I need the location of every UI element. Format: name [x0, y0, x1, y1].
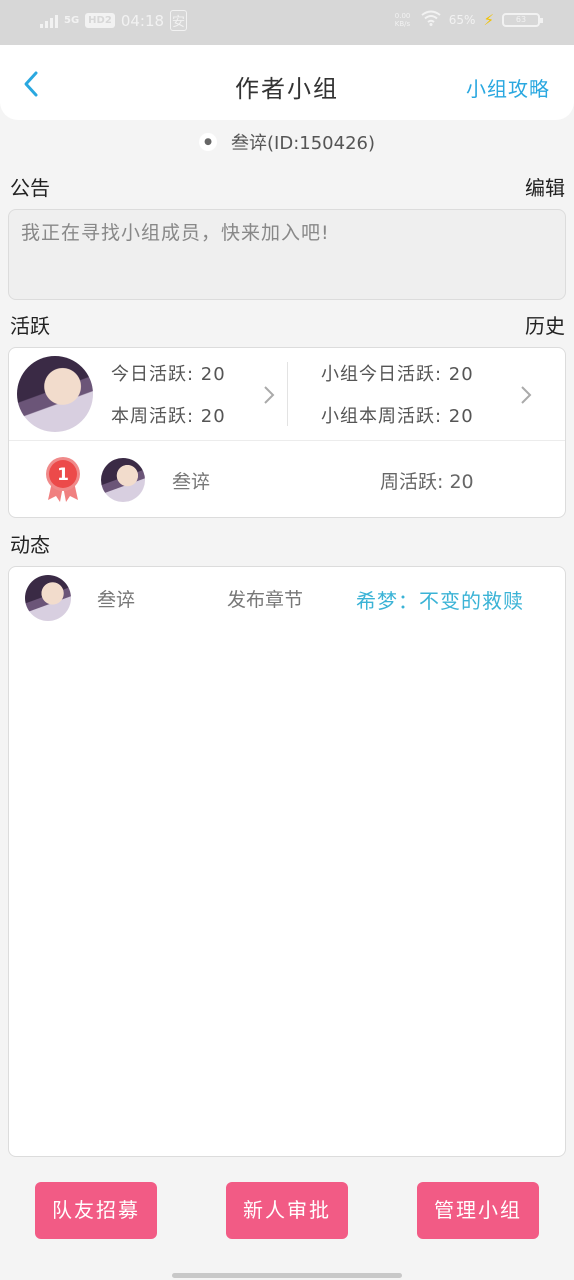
today-active: 今日活跃: 20	[111, 364, 226, 385]
rank-week-active: 周活跃: 20	[380, 471, 474, 493]
battery-level: 63	[515, 15, 527, 24]
nav-bar: 作者小组 小组攻略	[0, 45, 574, 120]
feed-list: 叁谇 发布章节 希梦：不变的救赎	[8, 566, 566, 1157]
edit-notice-button[interactable]: 编辑	[525, 172, 565, 201]
hd-badge: HD2	[85, 13, 115, 28]
avatar[interactable]	[17, 356, 93, 432]
status-time: 04:18	[120, 11, 165, 30]
notice-content: 我正在寻找小组成员，快来加入吧!	[21, 222, 330, 244]
feed-target-link[interactable]: 希梦：不变的救赎	[356, 585, 524, 614]
status-bar: 5G HD2 04:18 安 0.00 KB/s 65% ⚡ 63	[0, 0, 574, 45]
battery-icon: 63	[502, 13, 543, 27]
activity-title: 活跃	[10, 314, 50, 338]
home-indicator[interactable]	[172, 1273, 402, 1278]
activity-card: 今日活跃: 20 本周活跃: 20 小组今日活跃: 20 小组本周活跃: 20 …	[8, 347, 566, 518]
network-type: 5G	[64, 15, 80, 26]
avatar[interactable]	[25, 575, 71, 621]
manage-group-button[interactable]: 管理小组	[417, 1182, 539, 1239]
app-indicator: 安	[170, 10, 188, 31]
feed-title: 动态	[10, 533, 50, 557]
feed-user: 叁谇	[97, 589, 136, 611]
group-week-active: 小组本周活跃: 20	[321, 406, 474, 427]
approve-button[interactable]: 新人审批	[226, 1182, 348, 1239]
user-icon: ●	[199, 133, 217, 151]
network-speed: 0.00 KB/s	[394, 12, 411, 28]
chevron-right-icon[interactable]	[262, 384, 276, 406]
recruit-button[interactable]: 队友招募	[35, 1182, 157, 1239]
rank-number: 1	[57, 465, 69, 485]
group-today-active: 小组今日活跃: 20	[321, 364, 474, 385]
week-active: 本周活跃: 20	[111, 406, 226, 427]
rank-user-name: 叁谇	[172, 471, 211, 493]
divider	[287, 362, 288, 426]
wifi-icon	[421, 10, 441, 30]
charging-icon: ⚡	[483, 11, 494, 29]
avatar[interactable]	[101, 458, 145, 502]
rank-medal-icon: 1	[44, 456, 82, 504]
battery-percent: 65%	[448, 13, 476, 27]
divider	[9, 440, 565, 441]
owner-name-id: 叁谇(ID:150426)	[231, 133, 375, 154]
signal-icon	[40, 14, 58, 28]
notice-title: 公告	[10, 176, 50, 200]
group-guide-link[interactable]: 小组攻略	[466, 73, 550, 102]
feed-action: 发布章节	[227, 589, 304, 611]
group-owner: ● 叁谇(ID:150426)	[0, 130, 574, 154]
history-button[interactable]: 历史	[525, 310, 565, 339]
chevron-right-icon[interactable]	[519, 384, 533, 406]
notice-box: 我正在寻找小组成员，快来加入吧!	[8, 209, 566, 300]
